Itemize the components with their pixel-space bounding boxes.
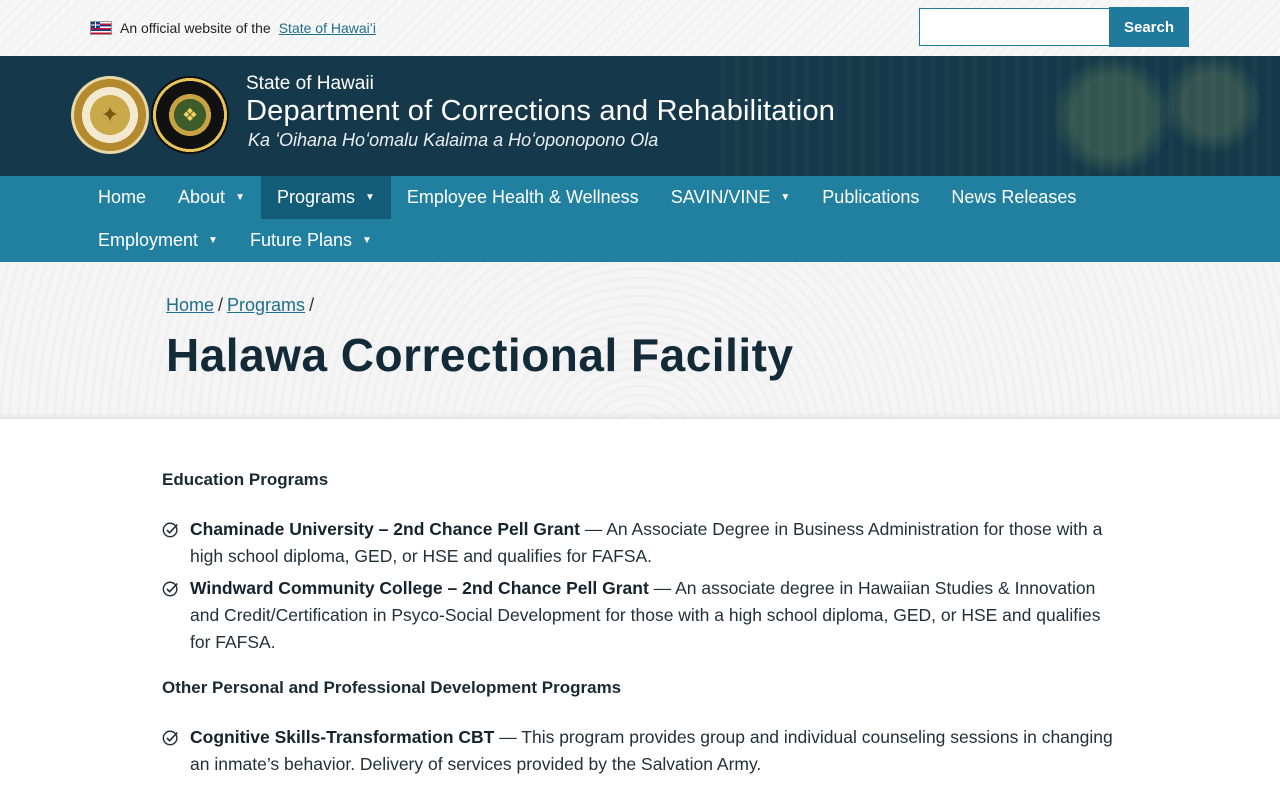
caret-down-icon: ▼ <box>365 192 375 203</box>
breadcrumb-separator: / <box>218 295 224 315</box>
check-circle-icon <box>162 581 178 597</box>
department-seal-icon[interactable]: ❖ <box>151 76 229 154</box>
program-title: Chaminade University – 2nd Chance Pell G… <box>190 519 580 539</box>
state-name: State of Hawaii <box>246 73 374 94</box>
caret-down-icon: ▼ <box>780 192 791 203</box>
nav-label: Publications <box>822 187 920 207</box>
official-notice: An official website of the State of Hawa… <box>90 20 376 36</box>
nav-item-home[interactable]: Home <box>82 176 162 219</box>
nav-label: SAVIN/VINE <box>670 187 771 207</box>
nav-label: Employee Health & Wellness <box>406 187 639 207</box>
nav-item-employment[interactable]: Employment ▼ <box>82 219 234 262</box>
development-program-list: Cognitive Skills-Transformation CBT — Th… <box>162 724 1122 778</box>
caret-down-icon: ▼ <box>362 235 372 246</box>
nav-label: Employment <box>98 230 199 250</box>
nav-label: Future Plans <box>249 230 353 250</box>
program-title: Cognitive Skills-Transformation CBT <box>190 727 495 747</box>
nav-item-publications[interactable]: Publications <box>806 176 935 219</box>
nav-item-news-releases[interactable]: News Releases <box>935 176 1092 219</box>
nav-item-future-plans[interactable]: Future Plans ▼ <box>234 219 388 262</box>
breadcrumb-home-link[interactable]: Home <box>166 295 214 315</box>
list-item: Chaminade University – 2nd Chance Pell G… <box>162 516 1122 570</box>
breadcrumb-separator: / <box>309 295 315 315</box>
education-program-list: Chaminade University – 2nd Chance Pell G… <box>162 516 1122 656</box>
main-content: Education Programs Chaminade University … <box>162 470 1122 783</box>
nav-label: Programs <box>276 187 355 207</box>
nav-label: About <box>178 187 226 207</box>
agency-title[interactable]: State of Hawaii Department of Correction… <box>246 73 835 151</box>
breadcrumb: Home / Programs / <box>166 295 318 316</box>
state-of-hawaii-link[interactable]: State of Hawaiʻi <box>279 20 376 36</box>
department-emblem-icon: ❖ <box>181 104 199 125</box>
main-navigation: Home About ▼ Programs ▼ Employee Health & … <box>0 176 1280 262</box>
list-item: Windward Community College – 2nd Chance … <box>162 575 1122 656</box>
caret-down-icon: ▼ <box>208 235 218 246</box>
section-heading-education: Education Programs <box>162 470 329 489</box>
section-heading-development: Other Personal and Professional Developm… <box>162 678 622 697</box>
nav-item-savin-vine[interactable]: SAVIN/VINE ▼ <box>655 176 807 219</box>
page-title: Halawa Correctional Facility <box>166 329 794 381</box>
nav-item-programs[interactable]: Programs ▼ <box>260 176 391 219</box>
nav-item-about[interactable]: About ▼ <box>162 176 261 219</box>
check-circle-icon <box>162 522 178 538</box>
official-banner: An official website of the State of Hawa… <box>0 0 1280 56</box>
check-circle-icon <box>162 730 178 746</box>
nav-label: News Releases <box>951 187 1077 207</box>
nav-label: Home <box>98 187 147 207</box>
page-header: Home / Programs / Halawa Correctional Facil… <box>0 262 1280 419</box>
search-input[interactable] <box>919 8 1109 46</box>
search-form: Search <box>919 7 1189 47</box>
caret-down-icon: ▼ <box>235 192 245 203</box>
official-text: An official website of the <box>120 20 271 36</box>
breadcrumb-programs-link[interactable]: Programs <box>227 295 305 315</box>
search-button[interactable]: Search <box>1109 7 1189 47</box>
program-title: Windward Community College – 2nd Chance … <box>190 578 649 598</box>
seal-emblem-icon: ✦ <box>100 102 120 127</box>
department-name: Department of Corrections and Rehabilita… <box>246 95 836 127</box>
site-header: ✦ ❖ State of Hawaii Department of Correc… <box>0 56 1280 176</box>
department-motto: Ka ʻOihana Hoʻomalu Kalaima a Hoʻoponopo… <box>248 130 659 150</box>
nav-item-employee-health[interactable]: Employee Health & Wellness <box>391 176 655 219</box>
hawaii-flag-icon <box>90 21 112 35</box>
state-seal-icon[interactable]: ✦ <box>71 76 149 154</box>
list-item: Cognitive Skills-Transformation CBT — Th… <box>162 724 1122 778</box>
